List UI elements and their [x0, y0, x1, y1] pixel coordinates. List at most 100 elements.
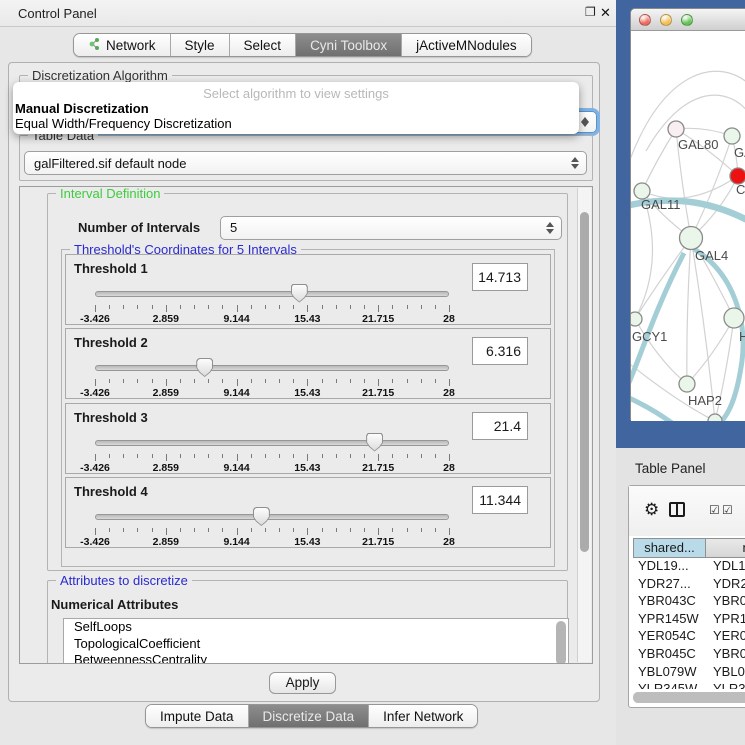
column-header-name[interactable]: na — [706, 538, 745, 558]
tab-discretize-data[interactable]: Discretize Data — [249, 705, 370, 727]
bottom-node[interactable] — [708, 414, 722, 421]
table-row[interactable]: YDR27...YDR2 — [633, 576, 745, 594]
minimize-traffic-light-icon[interactable] — [660, 14, 672, 26]
threshold-slider[interactable]: -3.4262.8599.14415.4321.71528 — [92, 285, 452, 323]
scale-label: -3.426 — [80, 536, 110, 548]
tick-mark — [279, 528, 280, 532]
list-item-topologicalcoefficient[interactable]: TopologicalCoefficient — [64, 636, 568, 653]
close-traffic-light-icon[interactable] — [639, 14, 651, 26]
slider-thumb[interactable] — [366, 433, 383, 452]
cell-shared-name[interactable]: YPR145W — [633, 611, 709, 629]
threshold-value-field[interactable]: 11.344 — [472, 486, 528, 514]
cell-name[interactable]: YBL0 — [709, 664, 745, 682]
GAL4-node[interactable] — [680, 227, 703, 250]
threshold-slider[interactable]: -3.4262.8599.14415.4321.71528 — [92, 434, 452, 472]
table-row[interactable]: YDL19...YDL1 — [633, 558, 745, 576]
cell-name[interactable]: YBR0 — [709, 593, 745, 611]
cell-shared-name[interactable]: YDL19... — [633, 558, 709, 576]
slider-thumb[interactable] — [253, 507, 270, 526]
GAL80-node[interactable] — [668, 121, 684, 137]
tab-infer-network[interactable]: Infer Network — [369, 705, 477, 727]
cell-name[interactable]: YDR2 — [709, 576, 745, 594]
scale-label: 9.144 — [223, 462, 249, 474]
numerical-attributes-list[interactable]: SelfLoopsTopologicalCoefficientBetweenne… — [63, 618, 569, 664]
table-row[interactable]: YLR345WYLR3 — [633, 681, 745, 689]
scrollbar-thumb[interactable] — [556, 621, 566, 664]
number-of-intervals-combobox[interactable]: 5 — [220, 216, 562, 240]
threshold-value-field[interactable]: 6.316 — [472, 337, 528, 365]
GCY1-node[interactable] — [631, 312, 642, 326]
tick-mark — [251, 305, 252, 309]
slider-thumb[interactable] — [196, 358, 213, 377]
cell-name[interactable]: YBR0 — [709, 646, 745, 664]
HAP2-node[interactable] — [679, 376, 695, 392]
list-item-selfloops[interactable]: SelfLoops — [64, 619, 568, 636]
cell-shared-name[interactable]: YBR045C — [633, 646, 709, 664]
dropdown-hint: Select algorithm to view settings — [13, 82, 579, 101]
tab-select[interactable]: Select — [230, 34, 297, 56]
slider-track[interactable] — [95, 291, 449, 297]
list-item-betweennesscentrality[interactable]: BetweennessCentrality — [64, 652, 568, 664]
cell-shared-name[interactable]: YBL079W — [633, 664, 709, 682]
list-scrollbar[interactable] — [556, 621, 566, 664]
cyni-toolbox-panel: Discretization Algorithm Select algorith… — [8, 62, 600, 702]
tick-mark — [279, 305, 280, 309]
tab-network[interactable]: Network — [74, 34, 171, 56]
cell-shared-name[interactable]: YDR27... — [633, 576, 709, 594]
table-row[interactable]: YBR045CYBR0 — [633, 646, 745, 664]
slider-track[interactable] — [95, 514, 449, 520]
slider-thumb[interactable] — [291, 284, 308, 303]
slider-track[interactable] — [95, 365, 449, 371]
threshold-value-field[interactable]: 21.4 — [472, 412, 528, 440]
tab-label: Style — [185, 38, 215, 53]
slider-track[interactable] — [95, 440, 449, 446]
node[interactable] — [724, 128, 740, 144]
close-icon[interactable]: ✕ — [600, 5, 611, 21]
cell-name[interactable]: YPR1 — [709, 611, 745, 629]
checkbox-icon[interactable]: ☑ — [722, 503, 733, 517]
network-canvas[interactable]: GAL80GACGAL11GAL4GCY1HHAP2 — [631, 31, 745, 421]
checkbox-icon[interactable]: ☑ — [709, 503, 720, 517]
vertical-scrollbar[interactable] — [577, 188, 591, 662]
threshold-label: Threshold 2 — [74, 335, 148, 350]
zoom-traffic-light-icon[interactable] — [681, 14, 693, 26]
tab-impute-data[interactable]: Impute Data — [146, 705, 249, 727]
scrollbar-thumb[interactable] — [580, 212, 589, 552]
tab-cyni-toolbox[interactable]: Cyni Toolbox — [296, 34, 402, 56]
network-edge-highlight — [631, 397, 679, 421]
column-header-shared[interactable]: shared... — [633, 538, 706, 558]
gear-icon[interactable]: ⚙ — [644, 500, 659, 520]
H-node[interactable] — [724, 308, 744, 328]
threshold-slider[interactable]: -3.4262.8599.14415.4321.71528 — [92, 508, 452, 546]
tick-mark — [180, 305, 181, 309]
table-row[interactable]: YER054CYER0 — [633, 628, 745, 646]
scale-label: 2.859 — [153, 536, 179, 548]
tab-label: Select — [244, 38, 282, 53]
table-data-combobox[interactable]: galFiltered.sif default node — [24, 151, 587, 175]
cell-name[interactable]: YDL1 — [709, 558, 745, 576]
table-row[interactable]: YBR043CYBR0 — [633, 593, 745, 611]
apply-button[interactable]: Apply — [269, 672, 336, 694]
cell-name[interactable]: YER0 — [709, 628, 745, 646]
cell-name[interactable]: YLR3 — [709, 681, 745, 689]
split-view-icon[interactable] — [669, 502, 685, 517]
tab-jactivemnodules[interactable]: jActiveMNodules — [402, 34, 531, 56]
tick-mark — [265, 528, 266, 532]
threshold-value-field[interactable]: 14.713 — [472, 263, 528, 291]
threshold-slider[interactable]: -3.4262.8599.14415.4321.71528 — [92, 359, 452, 397]
table-toolbar: ⚙ ☑ ☑ — [629, 486, 745, 536]
horizontal-scrollbar[interactable] — [633, 692, 745, 703]
dropdown-option-equal-width[interactable]: Equal Width/Frequency Discretization — [13, 116, 579, 131]
cell-shared-name[interactable]: YLR345W — [633, 681, 709, 689]
table-row[interactable]: YBL079WYBL0 — [633, 664, 745, 682]
tick-mark — [137, 528, 138, 532]
tick-mark — [322, 379, 323, 383]
cell-shared-name[interactable]: YER054C — [633, 628, 709, 646]
table-row[interactable]: YPR145WYPR1 — [633, 611, 745, 629]
scrollbar-thumb[interactable] — [633, 692, 745, 703]
float-icon[interactable]: ❐ — [585, 5, 596, 19]
tab-style[interactable]: Style — [171, 34, 230, 56]
tick-mark — [109, 528, 110, 532]
cell-shared-name[interactable]: YBR043C — [633, 593, 709, 611]
dropdown-option-manual-discretization[interactable]: Manual Discretization — [13, 101, 579, 116]
